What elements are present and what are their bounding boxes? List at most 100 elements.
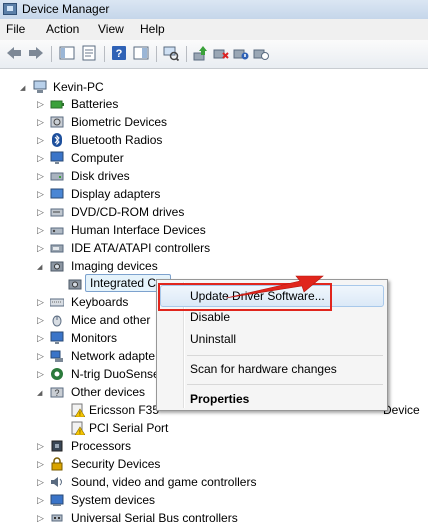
network-icon xyxy=(50,350,63,362)
keyboard-icon xyxy=(50,298,64,307)
disable-icon[interactable] xyxy=(233,45,249,61)
collapse-icon[interactable] xyxy=(37,388,45,396)
disk-icon xyxy=(50,172,64,181)
back-icon[interactable] xyxy=(6,45,22,61)
toolbar-separator xyxy=(156,46,157,62)
tree-item-disk[interactable]: Disk drives xyxy=(0,167,300,185)
menu-action[interactable]: Action xyxy=(46,22,79,36)
expand-icon[interactable] xyxy=(37,100,45,108)
device-manager-icon xyxy=(3,3,17,15)
expand-icon[interactable] xyxy=(37,370,45,378)
tree-item-display[interactable]: Display adapters xyxy=(0,185,300,203)
monitor-icon xyxy=(50,151,64,164)
tree-item-label: Keyboards xyxy=(71,295,129,309)
properties-menu-item[interactable]: Properties xyxy=(157,388,387,410)
tree-item-dvd[interactable]: DVD/CD-ROM drives xyxy=(0,203,300,221)
uninstall-icon[interactable] xyxy=(213,45,229,61)
action-pane-icon[interactable] xyxy=(133,45,149,61)
tree-root[interactable]: Kevin-PC xyxy=(0,78,300,96)
console-tree-icon[interactable] xyxy=(59,45,75,61)
tree-item-hid[interactable]: Human Interface Devices xyxy=(0,221,300,239)
expand-icon[interactable] xyxy=(37,172,45,180)
scan-hardware-menu-item[interactable]: Scan for hardware changes xyxy=(157,358,387,380)
tree-item-label: Ericsson F35 xyxy=(89,403,160,417)
tree-item-label: Display adapters xyxy=(71,187,161,201)
menu-separator xyxy=(187,355,383,356)
collapse-icon[interactable] xyxy=(20,83,28,91)
ide-icon xyxy=(50,244,64,253)
help-icon[interactable]: ? xyxy=(111,45,127,61)
monitor-icon xyxy=(50,331,64,344)
expand-icon[interactable] xyxy=(37,208,45,216)
tree-item-label: IDE ATA/ATAPI controllers xyxy=(71,241,211,255)
expand-icon[interactable] xyxy=(37,352,45,360)
tree-item-biometric[interactable]: Biometric Devices xyxy=(0,113,300,131)
expand-icon[interactable] xyxy=(37,118,45,126)
expand-icon[interactable] xyxy=(37,226,45,234)
expand-icon[interactable] xyxy=(37,298,45,306)
menu-separator xyxy=(187,384,383,385)
expand-icon[interactable] xyxy=(37,316,45,324)
update-driver-icon[interactable] xyxy=(193,45,209,61)
scan-hardware-icon[interactable] xyxy=(163,45,179,61)
expand-icon[interactable] xyxy=(37,244,45,252)
expand-icon[interactable] xyxy=(37,496,45,504)
expand-icon[interactable] xyxy=(37,136,45,144)
processor-icon xyxy=(51,440,63,452)
enable-icon[interactable] xyxy=(253,45,269,61)
expand-icon[interactable] xyxy=(37,478,45,486)
toolbar-separator xyxy=(186,46,187,62)
mouse-icon xyxy=(52,315,62,327)
expand-icon[interactable] xyxy=(37,460,45,468)
expand-icon[interactable] xyxy=(37,442,45,450)
menu-file[interactable]: File xyxy=(6,22,25,36)
tree-item-ide[interactable]: IDE ATA/ATAPI controllers xyxy=(0,239,300,257)
tree-item-processors[interactable]: Processors xyxy=(0,437,300,455)
tree-item-label: Biometric Devices xyxy=(71,115,168,129)
expand-icon[interactable] xyxy=(37,334,45,342)
annotation-highlight-box xyxy=(158,283,332,311)
toolbar-separator xyxy=(51,46,52,62)
tree-item-label: DVD/CD-ROM drives xyxy=(71,205,185,219)
menu-view[interactable]: View xyxy=(98,22,124,36)
tree-item-security[interactable]: Security Devices xyxy=(0,455,300,473)
svg-text:?: ? xyxy=(54,388,59,398)
toolbar-separator xyxy=(104,46,105,62)
uninstall-menu-item[interactable]: Uninstall xyxy=(157,328,387,350)
tree-item-bluetooth[interactable]: Bluetooth Radios xyxy=(0,131,300,149)
expand-icon[interactable] xyxy=(37,514,45,522)
tree-item-system[interactable]: System devices xyxy=(0,491,300,509)
unknown-device-icon: ? xyxy=(50,387,64,398)
warning-device-icon: ! xyxy=(71,421,85,435)
expand-icon[interactable] xyxy=(37,154,45,162)
tree-item-label: Disk drives xyxy=(71,169,130,183)
system-device-icon xyxy=(50,494,64,506)
tree-item-label: Network adapte xyxy=(71,349,156,363)
tree-item-label: System devices xyxy=(71,493,156,507)
tree-item-label: Computer xyxy=(71,151,124,165)
tree-item-label: Security Devices xyxy=(71,457,161,471)
collapse-icon[interactable] xyxy=(37,262,45,270)
battery-icon xyxy=(50,100,64,109)
warning-device-icon: ! xyxy=(71,403,85,417)
menu-help[interactable]: Help xyxy=(140,22,165,36)
tree-item-pci-serial[interactable]: ! PCI Serial Port xyxy=(0,419,300,437)
forward-icon[interactable] xyxy=(28,45,44,61)
tree-item-usb[interactable]: Universal Serial Bus controllers xyxy=(0,509,300,527)
tree-item-label: Processors xyxy=(71,439,132,453)
tree-item-batteries[interactable]: Batteries xyxy=(0,95,300,113)
properties-icon[interactable] xyxy=(81,45,97,61)
tree-item-label: N-trig DuoSense xyxy=(71,367,160,381)
tree-root-label: Kevin-PC xyxy=(53,80,104,94)
computer-icon xyxy=(33,80,47,93)
tree-item-sound[interactable]: Sound, video and game controllers xyxy=(0,473,300,491)
security-icon xyxy=(51,457,63,471)
camera-icon xyxy=(50,261,64,272)
tree-item-imaging[interactable]: Imaging devices xyxy=(0,257,300,275)
tree-item-label: Other devices xyxy=(71,385,146,399)
tree-item-label: Universal Serial Bus controllers xyxy=(71,511,238,525)
expand-icon[interactable] xyxy=(37,190,45,198)
tree-item-label: Bluetooth Radios xyxy=(71,133,163,147)
tree-item-computer[interactable]: Computer xyxy=(0,149,300,167)
title-bar: Device Manager xyxy=(0,0,428,20)
